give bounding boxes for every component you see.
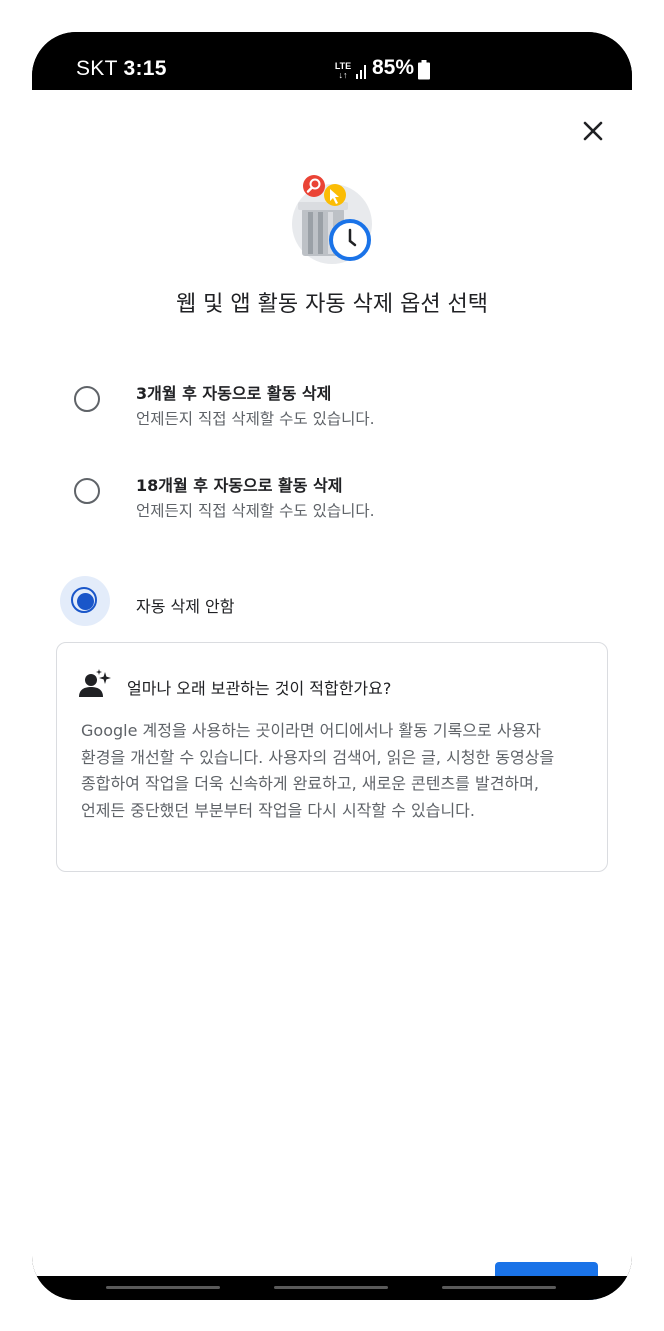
radio-ring — [74, 386, 100, 412]
info-card: 얼마나 오래 보관하는 것이 적합한가요? Google 계정을 사용하는 곳이… — [56, 642, 608, 872]
battery-percent: 85% — [372, 56, 415, 79]
info-title: 얼마나 오래 보관하는 것이 적합한가요? — [127, 679, 392, 698]
option-no-auto-delete[interactable]: 자동 삭제 안함 — [60, 576, 600, 630]
info-body: Google 계정을 사용하는 곳이라면 어디에서나 활동 기록으로 사용자 환… — [81, 721, 555, 820]
dialog-title: 웹 및 앱 활동 자동 삭제 옵션 선택 — [175, 292, 489, 317]
option-18-months[interactable]: 18개월 후 자동으로 활동 삭제 언제든지 직접 삭제할 수도 있습니다. — [60, 464, 600, 524]
battery-icon — [418, 60, 431, 80]
navigation-bar — [32, 1276, 632, 1300]
radio-no-auto-delete[interactable] — [60, 576, 114, 630]
radio-3-months[interactable] — [60, 372, 114, 426]
radio-ring — [74, 478, 100, 504]
carrier-name: SKT — [76, 57, 118, 80]
status-icons: LTE ↓↑ 85% — [334, 56, 431, 80]
data-arrows: ↓↑ — [338, 70, 348, 80]
dialog-screen: 웹 및 앱 활동 자동 삭제 옵션 선택 3개월 후 자동으로 활동 삭제 언제… — [32, 90, 632, 1300]
nav-recent-button[interactable] — [106, 1286, 220, 1289]
network-type: LTE ↓↑ — [334, 62, 352, 80]
close-icon[interactable] — [578, 116, 608, 146]
nav-home-button[interactable] — [274, 1286, 388, 1289]
phone-frame: SKT 3:15 LTE ↓↑ 85% 웹 및 앱 활동 자동 삭제 옵션 선택… — [32, 32, 632, 1300]
option-label: 자동 삭제 안함 — [136, 597, 235, 616]
clock: 3:15 — [123, 57, 167, 80]
nav-back-button[interactable] — [442, 1286, 556, 1289]
person-sparkle-icon — [79, 669, 111, 697]
option-subtitle: 언제든지 직접 삭제할 수도 있습니다. — [136, 410, 375, 428]
option-title: 18개월 후 자동으로 활동 삭제 — [136, 476, 343, 495]
status-bar: SKT 3:15 LTE ↓↑ 85% — [32, 32, 632, 90]
option-title: 3개월 후 자동으로 활동 삭제 — [136, 384, 332, 403]
signal-icon — [356, 65, 366, 79]
option-subtitle: 언제든지 직접 삭제할 수도 있습니다. — [136, 502, 375, 520]
radio-18-months[interactable] — [60, 464, 114, 518]
option-3-months[interactable]: 3개월 후 자동으로 활동 삭제 언제든지 직접 삭제할 수도 있습니다. — [60, 372, 600, 432]
auto-delete-illustration-icon — [292, 175, 372, 264]
radio-dot — [77, 593, 94, 610]
carrier-time: SKT 3:15 — [76, 57, 167, 81]
